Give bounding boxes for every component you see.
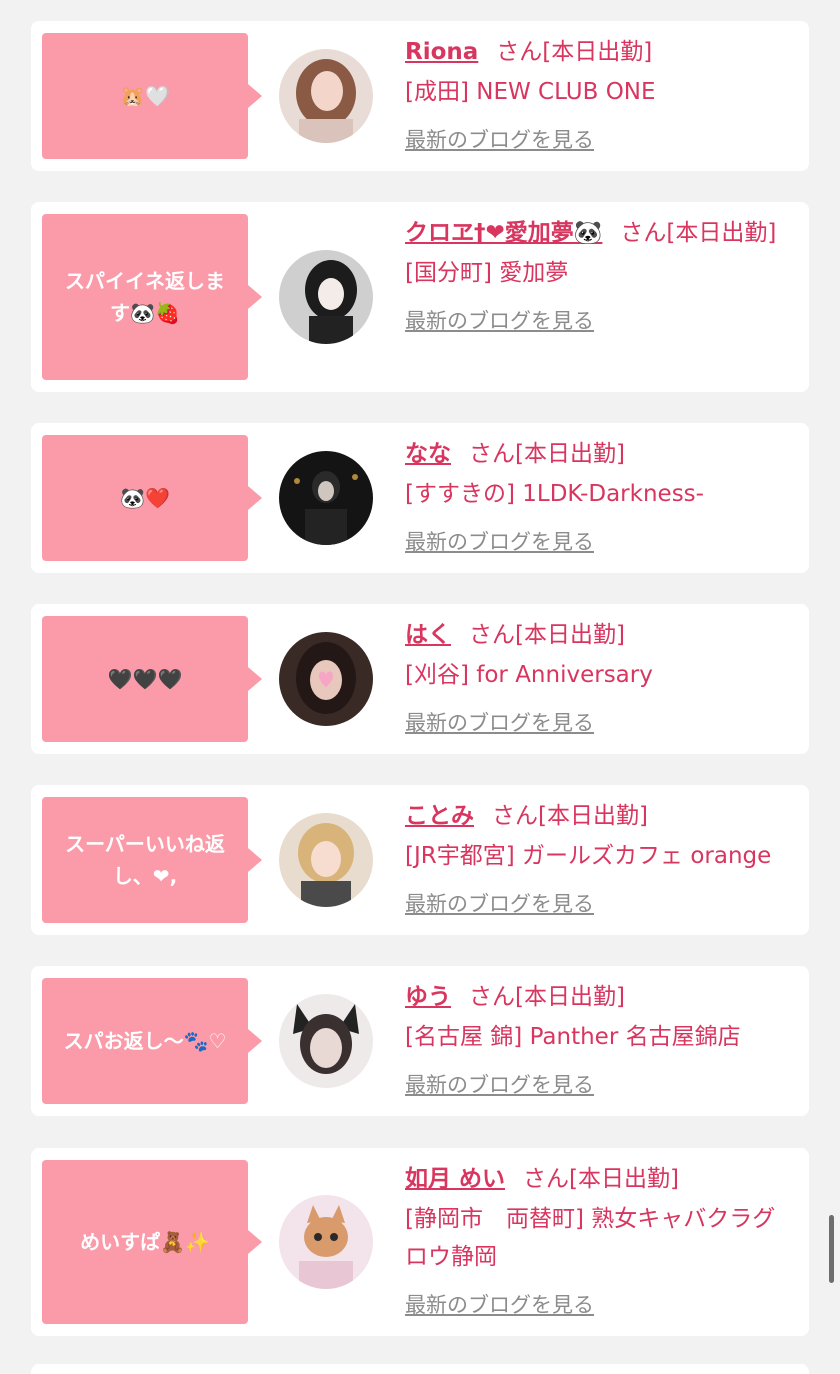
- comment-text: スパお返し〜🐾♡: [63, 1029, 227, 1053]
- avatar[interactable]: [279, 451, 373, 545]
- comment-bubble: スパイイネ返しま す🐼🍓: [42, 214, 262, 380]
- honorific-status: さん[本日出勤]: [469, 984, 625, 1010]
- honorific-status: さん[本日出勤]: [496, 39, 653, 65]
- cast-card: スパお返し〜🐾♡ ゆう さん[本日出勤] [名古屋 錦] Panther 名古屋錦…: [31, 966, 809, 1116]
- cast-info: Riona さん[本日出勤] [成田] NEW CLUB ONE 最新のブログを見…: [405, 33, 797, 159]
- avatar-photo-icon: [279, 632, 373, 726]
- honorific-status: さん[本日出勤]: [523, 1166, 679, 1192]
- shop-label: [静岡市 両替町] 熟女キャバクラグロウ静岡: [405, 1206, 776, 1270]
- avatar[interactable]: [279, 49, 373, 143]
- avatar[interactable]: [279, 1195, 373, 1289]
- latest-blog-link[interactable]: 最新のブログを見る: [405, 302, 797, 340]
- comment-bubble: 🐼❤️: [42, 435, 262, 561]
- honorific-status: さん[本日出勤]: [620, 220, 777, 246]
- cast-info: ゆう さん[本日出勤] [名古屋 錦] Panther 名古屋錦店 最新のブログを…: [405, 978, 797, 1104]
- cast-card: スパイイネ返しま す🐼🍓 クロヱ†❤愛加夢🐼 さん[本日出勤] [国分町] 愛加夢…: [31, 202, 809, 392]
- shop-label: [国分町] 愛加夢: [405, 260, 569, 286]
- shop-label: [すすきの] 1LDK-Darkness-: [405, 481, 704, 507]
- shop-label: [成田] NEW CLUB ONE: [405, 79, 656, 105]
- avatar[interactable]: [279, 250, 373, 344]
- latest-blog-link[interactable]: 最新のブログを見る: [405, 885, 797, 923]
- honorific-status: さん[本日出勤]: [469, 622, 625, 648]
- latest-blog-link[interactable]: 最新のブログを見る: [405, 523, 797, 561]
- comment-bubble: 🖤🖤🖤: [42, 616, 262, 742]
- cast-name-link[interactable]: ことみ: [405, 803, 474, 829]
- cast-name-link[interactable]: なな: [405, 441, 451, 467]
- next-card-edge: [31, 1364, 809, 1374]
- comment-text: スパイイネ返しま す🐼🍓: [65, 269, 225, 325]
- cast-name-link[interactable]: ゆう: [405, 984, 451, 1010]
- honorific-status: さん[本日出勤]: [469, 441, 625, 467]
- avatar-photo-icon: [279, 994, 373, 1088]
- cast-name-link[interactable]: 如月 めい: [405, 1166, 505, 1192]
- comment-bubble: 🐹🤍: [42, 33, 262, 159]
- cast-card: めいすぱ🧸✨ 如月 めい さん[本日出勤] [静岡市 両替町] 熟女キャバクラグロ…: [31, 1148, 809, 1336]
- cast-card: 🐹🤍 Riona さん[本日出勤] [成田] NEW CLUB ONE 最新のブロ…: [31, 21, 809, 171]
- avatar-photo-icon: [279, 49, 373, 143]
- cast-card: スーパーいいね返 し、❤︎, ことみ さん[本日出勤] [JR宇都宮] ガールズカ…: [31, 785, 809, 935]
- comment-text: 🐹🤍: [120, 84, 170, 108]
- comment-bubble: スパお返し〜🐾♡: [42, 978, 262, 1104]
- scrollbar[interactable]: [829, 1215, 834, 1283]
- cast-card: 🐼❤️ なな さん[本日出勤] [すすきの] 1LDK-Darkness- 最新の…: [31, 423, 809, 573]
- cast-name-link[interactable]: クロヱ†❤愛加夢🐼: [405, 220, 602, 246]
- cast-name-link[interactable]: はく: [405, 622, 451, 648]
- latest-blog-link[interactable]: 最新のブログを見る: [405, 1286, 797, 1324]
- cast-info: なな さん[本日出勤] [すすきの] 1LDK-Darkness- 最新のブログを…: [405, 435, 797, 561]
- shop-label: [名古屋 錦] Panther 名古屋錦店: [405, 1024, 741, 1050]
- cast-name-link[interactable]: Riona: [405, 39, 478, 65]
- comment-text: めいすぱ🧸✨: [80, 1230, 210, 1254]
- latest-blog-link[interactable]: 最新のブログを見る: [405, 704, 797, 742]
- avatar-photo-icon: [279, 813, 373, 907]
- cast-info: 如月 めい さん[本日出勤] [静岡市 両替町] 熟女キャバクラグロウ静岡 最新の…: [405, 1160, 797, 1324]
- cast-info: ことみ さん[本日出勤] [JR宇都宮] ガールズカフェ orange 最新のブロ…: [405, 797, 797, 923]
- avatar-photo-icon: [279, 250, 373, 344]
- shop-label: [JR宇都宮] ガールズカフェ orange: [405, 843, 772, 869]
- avatar[interactable]: [279, 813, 373, 907]
- cast-info: はく さん[本日出勤] [刈谷] for Anniversary 最新のブログを見…: [405, 616, 797, 742]
- comment-bubble: スーパーいいね返 し、❤︎,: [42, 797, 262, 923]
- honorific-status: さん[本日出勤]: [492, 803, 648, 829]
- shop-label: [刈谷] for Anniversary: [405, 662, 653, 688]
- comment-text: 🐼❤️: [120, 486, 170, 510]
- comment-bubble: めいすぱ🧸✨: [42, 1160, 262, 1324]
- avatar[interactable]: [279, 994, 373, 1088]
- avatar-photo-icon: [279, 451, 373, 545]
- latest-blog-link[interactable]: 最新のブログを見る: [405, 121, 797, 159]
- comment-text: 🖤🖤🖤: [107, 667, 183, 691]
- latest-blog-link[interactable]: 最新のブログを見る: [405, 1066, 797, 1104]
- avatar-photo-icon: [279, 1195, 373, 1289]
- comment-text: スーパーいいね返 し、❤︎,: [65, 832, 225, 888]
- cast-card: 🖤🖤🖤 はく さん[本日出勤] [刈谷] for Anniversary 最新のブ…: [31, 604, 809, 754]
- avatar[interactable]: [279, 632, 373, 726]
- cast-info: クロヱ†❤愛加夢🐼 さん[本日出勤] [国分町] 愛加夢 最新のブログを見る: [405, 214, 797, 340]
